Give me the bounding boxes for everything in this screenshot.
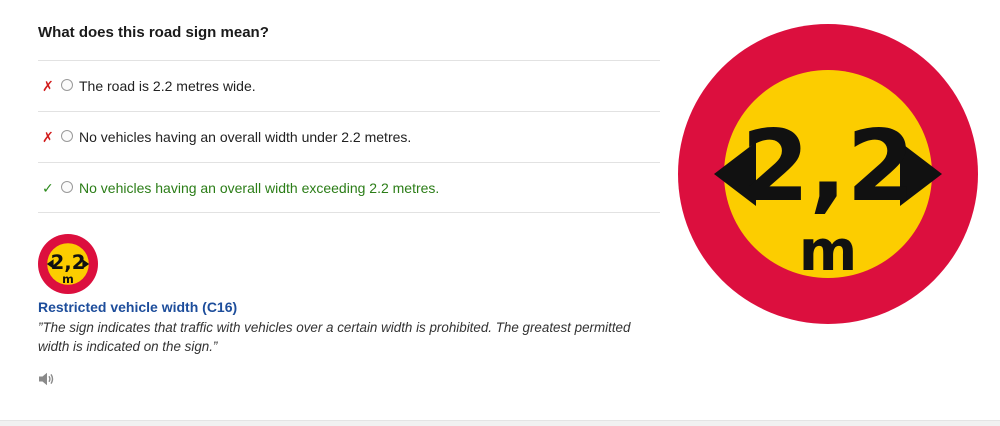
cross-mark-icon: ✗ [42, 129, 54, 145]
sign-value-text: 2,2 [51, 251, 86, 274]
radio-button[interactable] [61, 181, 73, 193]
quiz-page: What does this road sign mean? ✗ The roa… [0, 0, 1000, 420]
radio-button[interactable] [61, 79, 73, 91]
speaker-icon[interactable] [38, 372, 56, 386]
answer-label[interactable]: No vehicles having an overall width unde… [79, 129, 411, 145]
sign-unit-text: m [799, 219, 857, 284]
answer-option-3[interactable]: ✓ No vehicles having an overall width ex… [38, 163, 660, 213]
check-mark-icon: ✓ [42, 180, 54, 196]
answer-option-1[interactable]: ✗ The road is 2.2 metres wide. [38, 61, 660, 112]
answer-options: ✗ The road is 2.2 metres wide. ✗ No vehi… [38, 60, 660, 213]
question-title: What does this road sign mean? [38, 24, 269, 41]
sign-thumbnail: 2,2 m [38, 234, 98, 294]
sign-name: Restricted vehicle width (C16) [38, 299, 238, 315]
answer-label-correct[interactable]: No vehicles having an overall width exce… [79, 180, 439, 196]
radio-button[interactable] [61, 130, 73, 142]
sign-unit-text: m [62, 273, 74, 286]
answer-option-2[interactable]: ✗ No vehicles having an overall width un… [38, 112, 660, 163]
sign-image-large: 2,2 m [678, 24, 978, 324]
sign-value-text: 2,2 [741, 110, 915, 224]
cross-mark-icon: ✗ [42, 78, 54, 94]
sign-description: ”The sign indicates that traffic with ve… [38, 320, 631, 354]
page-footer-divider [0, 420, 1000, 426]
answer-label[interactable]: The road is 2.2 metres wide. [79, 78, 256, 94]
